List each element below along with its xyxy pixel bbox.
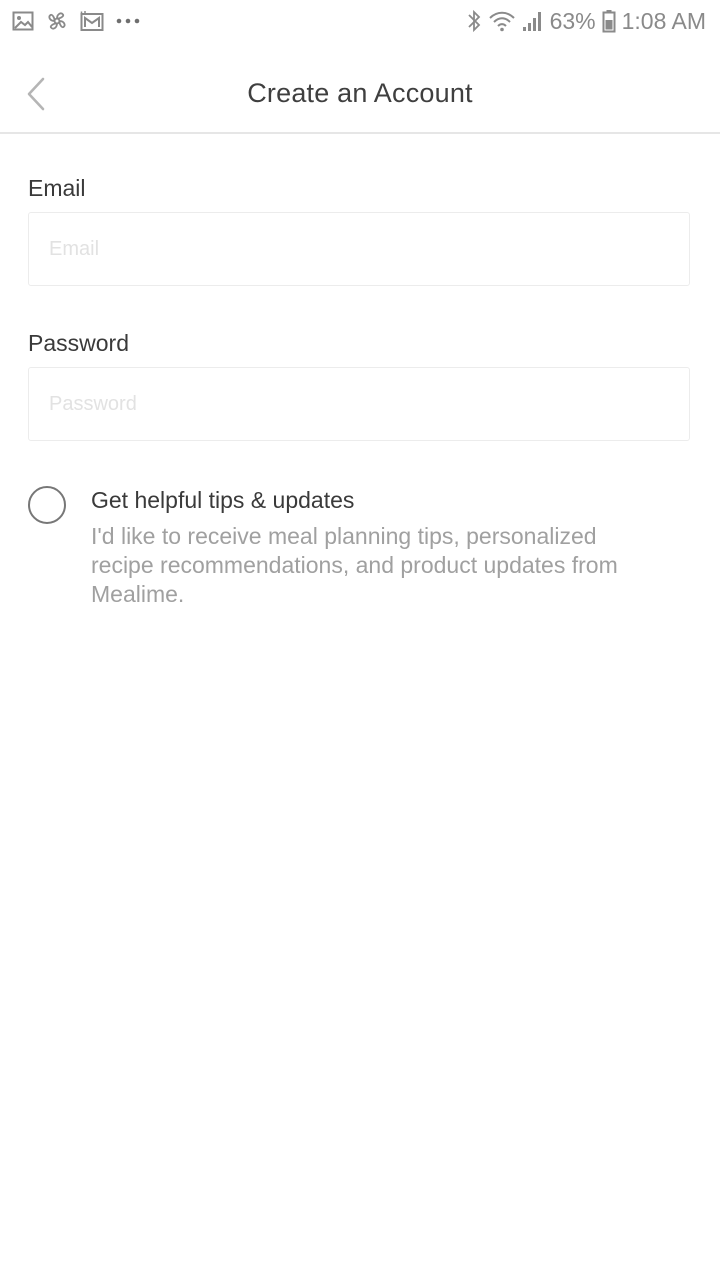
status-bar: 63% 1:08 AM (0, 0, 720, 44)
optin-radio[interactable] (28, 486, 66, 524)
page-title: Create an Account (247, 78, 473, 108)
status-system: 63% 1:08 AM (466, 6, 706, 36)
pinwheel-icon (46, 10, 68, 32)
password-input[interactable] (28, 367, 690, 441)
email-icon (80, 10, 104, 32)
bluetooth-icon (466, 9, 482, 33)
status-notifications (12, 8, 152, 34)
optin-description: I'd like to receive meal planning tips, … (91, 523, 618, 607)
wifi-icon (488, 10, 516, 32)
app-header: Create an Account (0, 44, 720, 134)
email-input[interactable] (28, 212, 690, 286)
optin-title: Get helpful tips & updates (91, 487, 355, 513)
battery-icon (602, 9, 616, 33)
email-label: Email (28, 175, 86, 201)
battery-percent: 63% (549, 7, 596, 34)
clock: 1:08 AM (621, 7, 706, 34)
gallery-icon (12, 11, 34, 31)
password-label: Password (28, 330, 129, 356)
more-dots-icon (116, 17, 140, 25)
signal-icon (522, 10, 544, 32)
